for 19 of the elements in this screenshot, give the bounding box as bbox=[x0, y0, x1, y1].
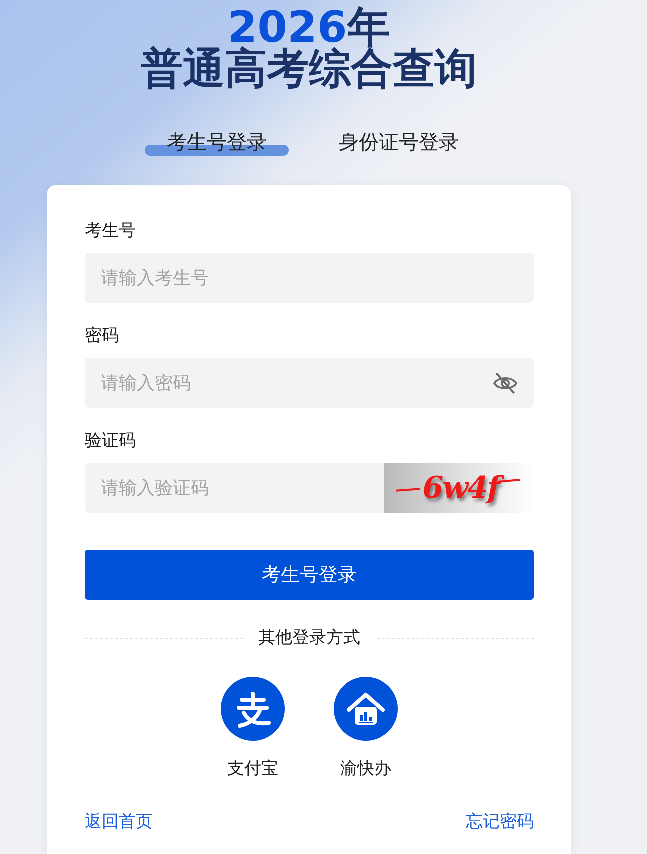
login-tab[interactable]: 考生号登录 bbox=[145, 127, 289, 157]
eye-slash-icon[interactable] bbox=[493, 372, 518, 395]
year-heading: 2026年 bbox=[228, 9, 390, 47]
captcha-input-field[interactable]: 请输入验证码 bbox=[85, 463, 384, 513]
page-title: 普通高考综合查询 bbox=[140, 47, 478, 91]
other-login-heading: 其他登录方式 bbox=[258, 627, 360, 650]
house-chart-icon[interactable] bbox=[334, 677, 398, 741]
footer-link[interactable]: 返回首页 bbox=[85, 810, 153, 834]
field-label: 密码 bbox=[85, 325, 120, 348]
password-field[interactable]: 请输入密码 bbox=[85, 358, 534, 408]
login-method-label: 支付宝 bbox=[228, 758, 278, 781]
field-label: 考生号 bbox=[85, 220, 137, 243]
input-field[interactable]: 请输入考生号 bbox=[85, 253, 534, 303]
login-button[interactable]: 考生号登录 bbox=[85, 550, 534, 600]
login-method-label: 渝快办 bbox=[340, 758, 392, 781]
login-tab[interactable]: 身份证号登录 bbox=[317, 127, 481, 157]
pay-logo-icon[interactable] bbox=[221, 677, 285, 741]
footer-link[interactable]: 忘记密码 bbox=[466, 810, 534, 834]
field-label: 验证码 bbox=[85, 430, 137, 453]
